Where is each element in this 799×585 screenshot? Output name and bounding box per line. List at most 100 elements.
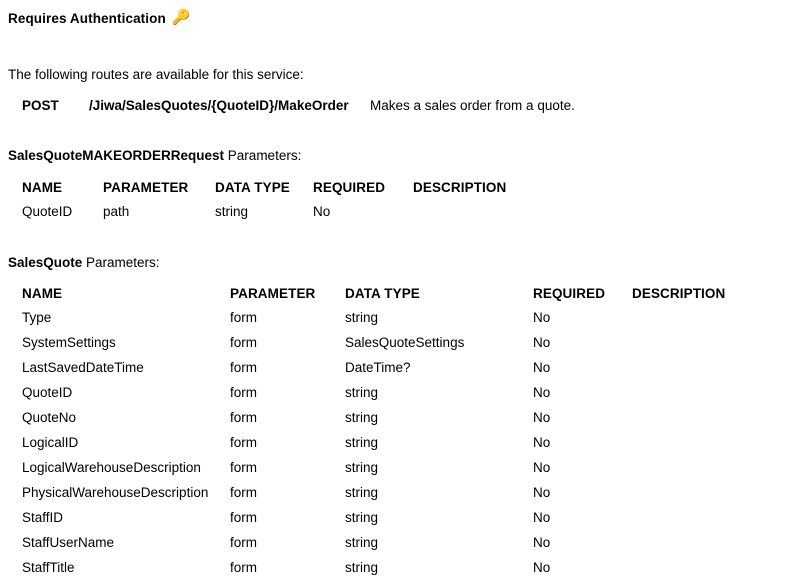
cell-name: QuoteID [22,385,73,400]
table-row: LogicalWarehouseDescription form string No [0,460,799,485]
table-row: StaffID form string No [0,510,799,535]
cell-required: No [533,535,551,550]
cell-required: No [533,360,551,375]
section-heading-request-suffix: Parameters: [224,148,302,163]
cell-parameter: form [230,560,257,575]
section-heading-entity-suffix: Parameters: [82,255,160,270]
cell-parameter: form [230,360,257,375]
cell-data-type: string [215,204,249,219]
parameters-table-entity-body: Type form string No SystemSettings form SalesQ… [0,310,799,585]
cell-name: QuoteNo [22,410,77,425]
cell-description [632,510,799,535]
cell-name: StaffTitle [22,560,75,575]
route-http-verb: POST [22,98,59,113]
column-header-data-type: DATA TYPE [345,285,420,301]
cell-data-type: string [345,385,379,400]
cell-description [632,460,799,485]
cell-data-type: string [345,310,379,325]
documentation-page: Requires Authentication 🔑 The following … [0,0,799,578]
cell-description [632,310,799,335]
cell-parameter: form [230,410,257,425]
cell-description [632,560,799,585]
column-header-parameter: PARAMETER [230,285,316,301]
table-row: StaffUserName form string No [0,535,799,560]
table-row: LastSavedDateTime form DateTime? No [0,360,799,385]
cell-name: LogicalID [22,435,79,450]
route-row: POST /Jiwa/SalesQuotes/{QuoteID}/MakeOrd… [0,98,799,120]
cell-parameter: form [230,310,257,325]
cell-name: LogicalWarehouseDescription [22,460,201,475]
requires-authentication-heading: Requires Authentication 🔑 [8,9,191,26]
section-heading-request: SalesQuoteMAKEORDERRequest Parameters: [8,148,301,163]
column-header-required: REQUIRED [533,285,606,301]
column-header-required: REQUIRED [313,179,386,195]
cell-name: Type [22,310,52,325]
cell-required: No [313,204,331,219]
table-row: Type form string No [0,310,799,335]
cell-parameter: form [230,460,257,475]
cell-data-type: SalesQuoteSettings [345,335,465,350]
cell-data-type: string [345,410,379,425]
cell-description [632,435,799,460]
cell-description [632,485,799,510]
table-row: LogicalID form string No [0,435,799,460]
cell-description [632,410,799,435]
cell-required: No [533,410,551,425]
cell-description [413,204,799,229]
cell-name: QuoteID [22,204,73,219]
column-header-name: NAME [22,285,63,301]
key-icon: 🔑 [171,9,191,26]
cell-data-type: string [345,510,379,525]
routes-intro-text: The following routes are available for t… [8,67,304,82]
cell-name: StaffUserName [22,535,115,550]
cell-data-type: string [345,535,379,550]
cell-required: No [533,335,551,350]
cell-parameter: path [103,204,130,219]
cell-description [632,360,799,385]
column-header-description: DESCRIPTION [632,285,726,301]
cell-parameter: form [230,385,257,400]
cell-required: No [533,310,551,325]
cell-data-type: string [345,460,379,475]
cell-required: No [533,460,551,475]
column-header-parameter: PARAMETER [103,179,189,195]
table-row: PhysicalWarehouseDescription form string No [0,485,799,510]
cell-description [632,535,799,560]
column-header-data-type: DATA TYPE [215,179,290,195]
table-row: QuoteID form string No [0,385,799,410]
section-heading-entity: SalesQuote Parameters: [8,255,160,270]
section-heading-request-type: SalesQuoteMAKEORDERRequest [8,148,225,163]
cell-description [632,335,799,360]
parameters-table-entity: NAME PARAMETER DATA TYPE REQUIRED DESCRI… [0,285,799,585]
cell-data-type: DateTime? [345,360,411,375]
column-header-name: NAME [22,179,63,195]
column-header-description: DESCRIPTION [413,179,507,195]
cell-parameter: form [230,535,257,550]
table-row: SystemSettings form SalesQuoteSettings No [0,335,799,360]
cell-parameter: form [230,485,257,500]
table-row: QuoteNo form string No [0,410,799,435]
cell-required: No [533,435,551,450]
cell-name: StaffID [22,510,64,525]
cell-description [632,385,799,410]
table-row: QuoteID path string No [0,204,799,229]
table-row: StaffTitle form string No [0,560,799,585]
parameters-table-request: NAME PARAMETER DATA TYPE REQUIRED DESCRI… [0,179,799,229]
table-header-row: NAME PARAMETER DATA TYPE REQUIRED DESCRI… [0,179,799,204]
cell-data-type: string [345,485,379,500]
cell-name: SystemSettings [22,335,116,350]
cell-required: No [533,485,551,500]
cell-parameter: form [230,335,257,350]
section-heading-entity-type: SalesQuote [8,255,83,270]
route-path: /Jiwa/SalesQuotes/{QuoteID}/MakeOrder [89,98,349,113]
cell-required: No [533,510,551,525]
cell-name: PhysicalWarehouseDescription [22,485,209,500]
cell-parameter: form [230,435,257,450]
routes-list: POST /Jiwa/SalesQuotes/{QuoteID}/MakeOrd… [0,98,799,120]
route-description: Makes a sales order from a quote. [370,98,575,113]
cell-data-type: string [345,435,379,450]
cell-required: No [533,385,551,400]
cell-required: No [533,560,551,575]
table-header-row: NAME PARAMETER DATA TYPE REQUIRED DESCRI… [0,285,799,310]
cell-data-type: string [345,560,379,575]
